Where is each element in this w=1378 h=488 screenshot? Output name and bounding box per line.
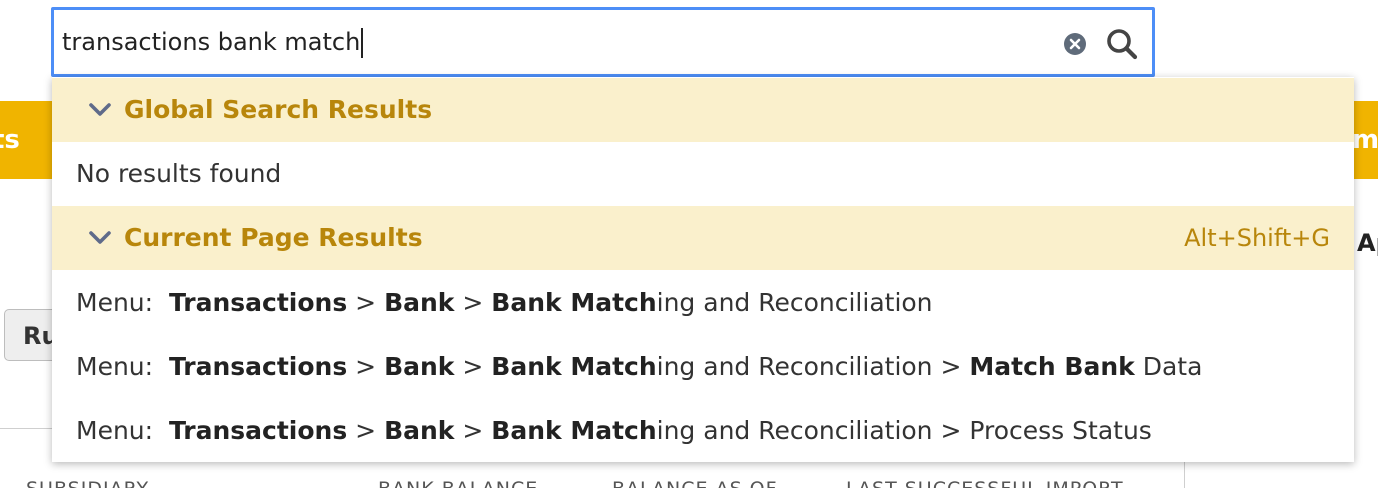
no-results-text: No results found: [76, 159, 282, 188]
page-tab-fragment-right: m: [1352, 125, 1378, 155]
search-input-value: transactions bank match: [62, 28, 361, 56]
result-item-label: Menu: Transactions > Bank > Bank Matchin…: [76, 399, 1152, 463]
result-item[interactable]: Menu: Transactions > Bank > Bank Matchin…: [52, 271, 1354, 335]
result-path-text: ing and Reconciliation: [656, 288, 933, 317]
result-item[interactable]: Menu: Transactions > Bank > Bank Matchin…: [52, 399, 1354, 463]
result-prefix: Menu:: [76, 352, 169, 381]
result-path-text: >: [454, 352, 492, 381]
result-match-highlight: Bank Match: [491, 352, 657, 381]
page-divider: [0, 428, 60, 429]
page-tab-bar-left: ts: [0, 101, 56, 179]
search-results-dropdown: Global Search Results No results found C…: [52, 77, 1354, 462]
result-path-text: ing and Reconciliation > Process Status: [656, 416, 1152, 445]
chevron-down-icon: [89, 231, 111, 244]
result-match-highlight: Transactions: [168, 352, 348, 381]
current-page-results-title: Current Page Results: [124, 223, 423, 252]
column-header-bank-balance[interactable]: BANK BALANCE: [378, 478, 538, 488]
result-match-highlight: Bank Match: [491, 288, 657, 317]
search-icon[interactable]: [1105, 27, 1139, 61]
result-path-text: >: [347, 352, 385, 381]
result-path-text: >: [454, 416, 492, 445]
search-input[interactable]: transactions bank match: [62, 10, 364, 74]
result-path-text: >: [347, 416, 385, 445]
result-path-text: ing and Reconciliation >: [656, 352, 970, 381]
result-item[interactable]: Menu: Transactions > Bank > Bank Matchin…: [52, 335, 1354, 399]
result-path-text: Data: [1134, 352, 1203, 381]
column-header-subsidiary[interactable]: SUBSIDIARY: [26, 478, 149, 488]
result-match-highlight: Bank: [384, 352, 455, 381]
result-match-highlight: Transactions: [168, 416, 348, 445]
result-item-label: Menu: Transactions > Bank > Bank Matchin…: [76, 335, 1202, 399]
current-page-results-header[interactable]: Current Page Results Alt+Shift+G: [52, 206, 1354, 270]
page-tab-bar-right: m: [1352, 101, 1378, 179]
page-tab-fragment-left: ts: [0, 125, 20, 155]
result-prefix: Menu:: [76, 288, 169, 317]
result-match-highlight: Bank Match: [491, 416, 657, 445]
clear-icon[interactable]: [1063, 32, 1087, 56]
keyboard-shortcut: Alt+Shift+G: [1184, 224, 1330, 252]
result-match-highlight: Bank: [384, 416, 455, 445]
global-search-box[interactable]: transactions bank match: [51, 7, 1155, 77]
result-match-highlight: Transactions: [168, 288, 348, 317]
result-match-highlight: Match Bank: [969, 352, 1135, 381]
result-item-label: Menu: Transactions > Bank > Bank Matchin…: [76, 271, 933, 335]
global-results-header[interactable]: Global Search Results: [52, 78, 1354, 142]
page-text-fragment: Ap: [1357, 229, 1378, 257]
result-match-highlight: Bank: [384, 288, 455, 317]
column-header-balance-as-of[interactable]: BALANCE AS OF: [612, 478, 778, 488]
global-results-title: Global Search Results: [124, 95, 433, 124]
result-path-text: >: [454, 288, 492, 317]
column-header-last-import[interactable]: LAST SUCCESSFUL IMPORT: [846, 478, 1124, 488]
text-caret: [361, 28, 364, 58]
result-prefix: Menu:: [76, 416, 169, 445]
chevron-down-icon: [89, 103, 111, 116]
table-header: SUBSIDIARY BANK BALANCE BALANCE AS OF LA…: [0, 478, 1378, 488]
no-results-message: No results found: [52, 142, 1354, 206]
result-path-text: >: [347, 288, 385, 317]
